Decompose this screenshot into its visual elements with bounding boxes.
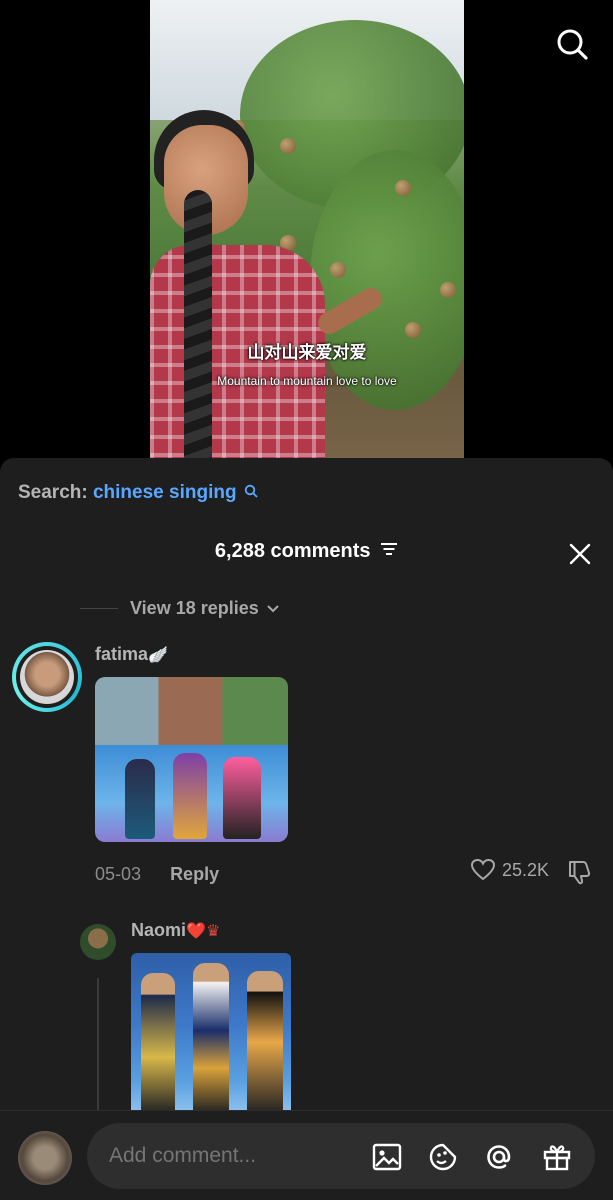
search-suggestion-term[interactable]: chinese singing — [93, 482, 237, 503]
artwork-figure — [247, 971, 283, 1113]
artwork-figure — [173, 753, 207, 839]
badge-heart-crown-icon: ❤️♛ — [186, 923, 221, 940]
view-replies-label: View 18 replies — [130, 598, 259, 618]
artwork-figure — [223, 757, 261, 839]
video-caption-chinese: 山对山来爱对爱 — [247, 343, 367, 362]
video-fruit — [395, 180, 411, 196]
comments-count-header[interactable]: 6,288 comments — [0, 540, 613, 563]
thumbs-down-icon — [569, 861, 591, 885]
comment-composer — [0, 1110, 613, 1200]
gift-button[interactable] — [541, 1141, 573, 1173]
search-icon — [557, 29, 588, 60]
comment-date: 05-03 — [95, 864, 142, 884]
video-person-braid — [184, 190, 212, 470]
comment-input[interactable] — [107, 1143, 351, 1169]
video-fruit — [405, 322, 421, 338]
heart-icon — [470, 858, 496, 881]
comment-image[interactable] — [95, 677, 288, 842]
video-caption-english: Mountain to mountain love to love — [217, 374, 397, 388]
comment-image-artwork — [95, 745, 288, 842]
comment-meta: 05-03 Reply — [95, 864, 219, 885]
artwork-figure — [193, 963, 229, 1113]
reply-username-text: Naomi — [131, 920, 187, 940]
at-sign-icon — [487, 1145, 511, 1169]
artwork-figure — [141, 973, 175, 1113]
video-player[interactable]: 山对山来爱对爱 Mountain to mountain love to lov… — [150, 0, 464, 470]
thread-line — [97, 978, 99, 1118]
sort-filter-icon[interactable] — [380, 540, 398, 563]
search-button[interactable] — [552, 24, 592, 64]
comments-count: 6,288 comments — [214, 540, 371, 562]
like-button[interactable]: 25.2K — [470, 858, 549, 882]
avatar-image — [20, 650, 74, 704]
view-replies-button[interactable]: View 18 replies — [80, 598, 281, 619]
search-suggestion[interactable]: Search: chinese singing — [18, 482, 258, 504]
comment-image-photos — [95, 677, 288, 745]
reply-button[interactable]: Reply — [170, 864, 219, 884]
image-button[interactable] — [371, 1141, 403, 1173]
comment-input-container[interactable] — [87, 1123, 595, 1189]
reply-avatar[interactable] — [80, 924, 116, 960]
chevron-down-icon — [267, 604, 279, 612]
reply-username[interactable]: Naomi❤️♛ — [131, 920, 220, 941]
comment-username[interactable]: fatima🪽 — [95, 644, 168, 665]
dislike-button[interactable] — [566, 858, 594, 886]
reply-image[interactable] — [131, 953, 291, 1113]
current-user-avatar[interactable] — [18, 1131, 72, 1185]
video-fruit — [330, 262, 346, 278]
comments-sheet: Search: chinese singing 6,288 comments V… — [0, 458, 613, 1200]
divider — [80, 608, 118, 609]
search-icon — [244, 482, 258, 504]
comment-username-text: fatima — [95, 644, 149, 664]
video-foliage — [310, 150, 464, 410]
image-icon — [372, 1143, 402, 1171]
close-icon — [569, 543, 591, 565]
sticker-button[interactable] — [427, 1141, 459, 1173]
mention-button[interactable] — [483, 1141, 515, 1173]
like-count: 25.2K — [502, 859, 550, 880]
close-button[interactable] — [568, 542, 592, 566]
sticker-icon — [429, 1143, 457, 1171]
video-fruit — [440, 282, 456, 298]
avatar[interactable] — [12, 642, 82, 712]
search-suggestion-label: Search: — [18, 482, 88, 503]
artwork-figure — [125, 759, 155, 839]
badge-wing-icon: 🪽 — [148, 647, 168, 664]
video-fruit — [280, 138, 296, 154]
gift-icon — [543, 1145, 571, 1171]
